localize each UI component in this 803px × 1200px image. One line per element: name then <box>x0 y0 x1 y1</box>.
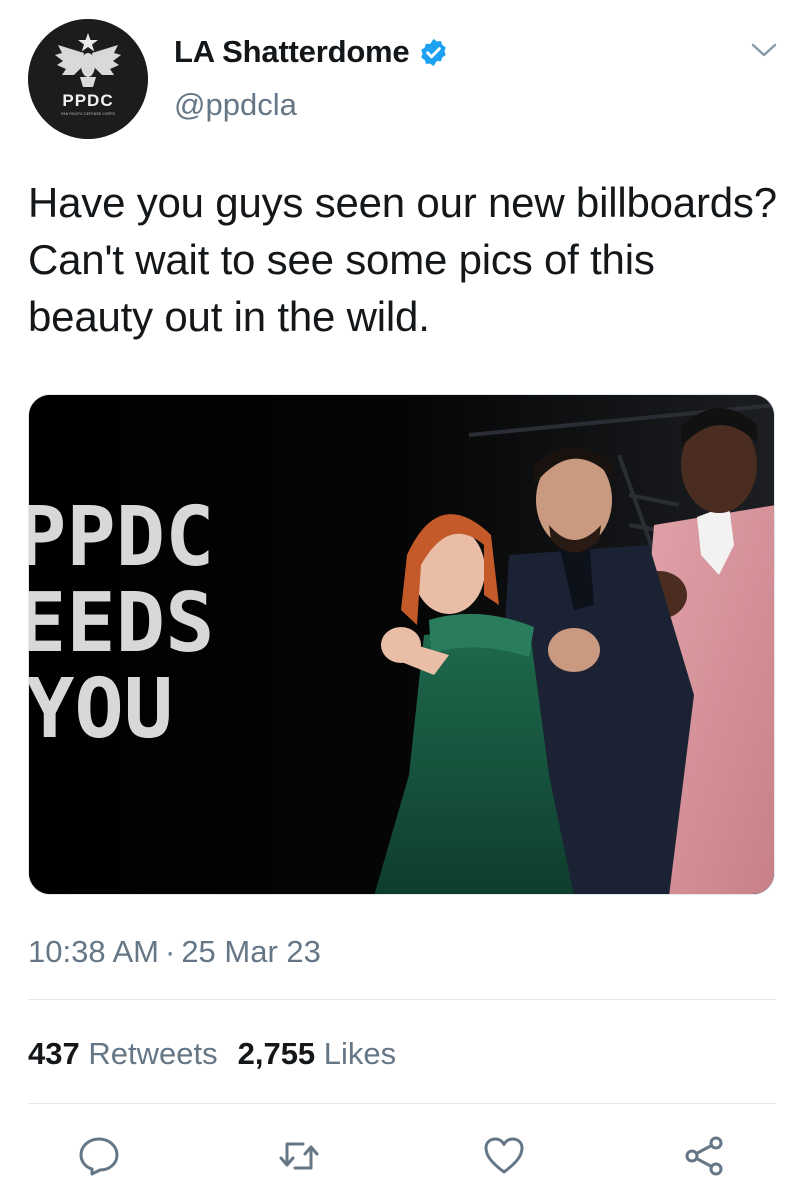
likes-stat[interactable]: 2,755 Likes <box>238 1036 397 1071</box>
billboard-line-1: PPDC <box>29 490 214 585</box>
handle[interactable]: @ppdcla <box>174 86 297 124</box>
avatar[interactable]: PPDC PAN PACIFIC DEFENSE CORPS <box>28 19 148 139</box>
avatar-text: PPDC <box>62 91 113 110</box>
timestamp-separator: · <box>164 934 176 969</box>
likes-label: Likes <box>323 1036 397 1071</box>
reply-icon[interactable] <box>77 1134 121 1178</box>
tweet-date: 25 Mar 23 <box>181 934 321 969</box>
tweet-image[interactable]: PPDC EEDS YOU <box>28 394 775 895</box>
tweet-timestamp[interactable]: 10:38 AM · 25 Mar 23 <box>28 932 321 972</box>
likes-count: 2,755 <box>237 1036 316 1071</box>
billboard-line-2: EEDS <box>29 576 214 671</box>
divider-bottom <box>28 1103 776 1104</box>
like-icon[interactable] <box>482 1134 526 1178</box>
display-name[interactable]: LA Shatterdome <box>174 33 410 71</box>
tweet-stats: 437 Retweets 2,755 Likes <box>28 1034 396 1074</box>
retweets-stat[interactable]: 437 Retweets <box>28 1036 218 1071</box>
tweet-time: 10:38 AM <box>28 934 159 969</box>
tweet-text: Have you guys seen our new billboards? C… <box>28 179 777 340</box>
avatar-subtext: PAN PACIFIC DEFENSE CORPS <box>61 112 115 116</box>
retweet-icon[interactable] <box>277 1134 321 1178</box>
retweets-count: 437 <box>28 1036 80 1071</box>
ppdc-logo: PPDC PAN PACIFIC DEFENSE CORPS <box>28 19 148 139</box>
verified-badge-icon <box>421 38 447 66</box>
share-icon[interactable] <box>682 1134 726 1178</box>
billboard-line-3: YOU <box>29 662 173 757</box>
author-row[interactable]: LA Shatterdome <box>174 33 449 71</box>
divider-top <box>28 999 776 1000</box>
chevron-down-icon[interactable] <box>749 38 779 62</box>
retweets-label: Retweets <box>88 1036 218 1071</box>
